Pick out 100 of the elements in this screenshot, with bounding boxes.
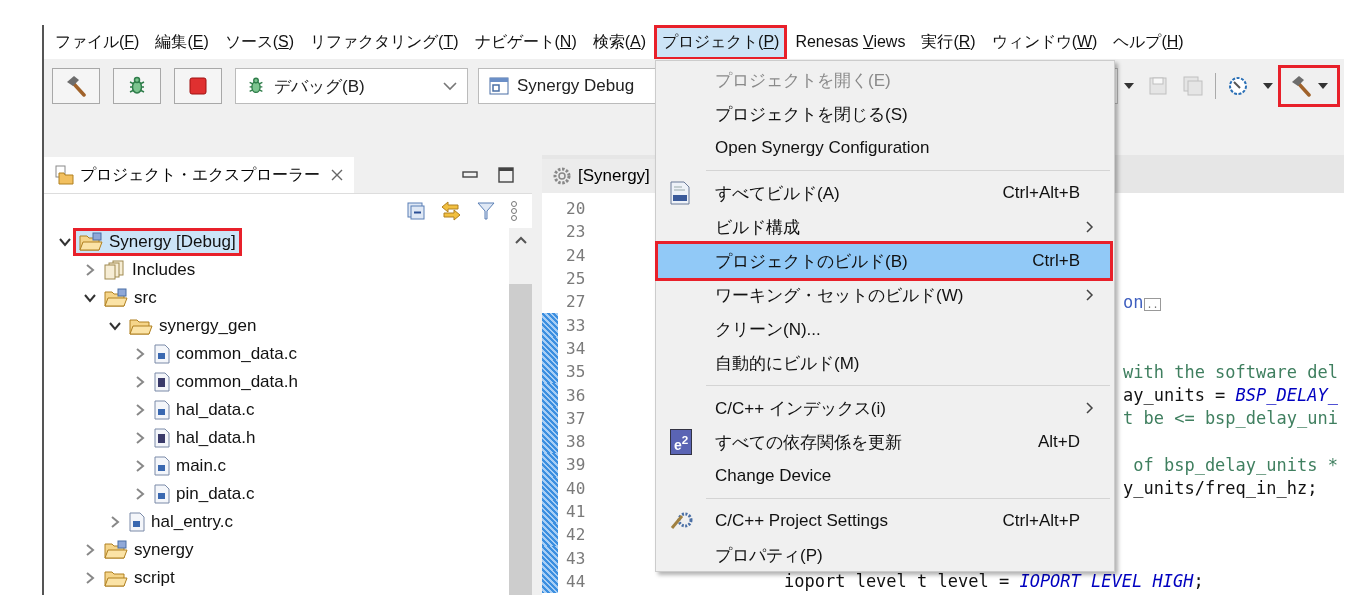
line-number: 40 — [565, 478, 587, 498]
menu-bar-item[interactable]: Renesas Views — [790, 29, 911, 55]
line-number: 34 — [565, 338, 587, 358]
tree-item[interactable]: hal_data.h — [151, 427, 259, 449]
menu-bar-item[interactable]: プロジェクト(P) — [657, 27, 785, 57]
minimize-icon[interactable] — [462, 171, 478, 179]
file-icon — [154, 484, 170, 504]
menu-bar-item[interactable]: 実行(R) — [916, 27, 981, 57]
maximize-icon[interactable] — [498, 167, 514, 183]
menu-bar-item[interactable]: ヘルプ(H) — [1108, 27, 1189, 57]
caret-icon — [1318, 83, 1328, 89]
line-number: 35 — [565, 362, 587, 382]
menu-bar-item[interactable]: ファイル(F) — [50, 27, 145, 57]
tree-item[interactable]: common_data.c — [151, 343, 300, 365]
file-icon — [154, 400, 170, 420]
menu-item[interactable]: プロジェクトを閉じる(S) — [658, 97, 1110, 131]
line-number: 33 — [565, 315, 587, 335]
stop-icon — [189, 77, 207, 95]
two-arrows-icon[interactable] — [440, 200, 462, 222]
tree-item[interactable]: common_data.h — [151, 371, 301, 393]
menu-item[interactable]: プロジェクトのビルド(B) Ctrl+B — [658, 244, 1110, 278]
launch-mode-dropdown[interactable]: デバッグ(B) — [235, 68, 468, 104]
menu-item[interactable]: 自動的にビルド(M) — [658, 346, 1110, 380]
menu-item[interactable]: ビルド構成 — [658, 210, 1110, 244]
file-icon — [129, 512, 145, 532]
code-text: ; — [1193, 571, 1204, 592]
menu-bar-item[interactable]: ウィンドウ(W) — [986, 27, 1103, 57]
menu-item[interactable]: C/C++ Project Settings Ctrl+Alt+P — [658, 504, 1110, 538]
close-icon[interactable] — [330, 168, 344, 182]
code-text: IOPORT LEVEL HIGH — [1019, 571, 1194, 592]
folder-icon — [104, 568, 128, 588]
gauge-icon — [1227, 75, 1249, 97]
line-number: 43 — [565, 548, 587, 568]
folder-icon — [54, 165, 74, 185]
collapse-all-icon[interactable] — [406, 201, 426, 221]
tree-item[interactable]: script — [101, 567, 178, 589]
code-text: of bsp_delay_units * — [1132, 454, 1338, 475]
code-text: with the software del — [1123, 361, 1338, 382]
folder-icon — [129, 316, 153, 336]
tree-item[interactable]: main.c — [151, 455, 230, 477]
code-text: ay_units = — [1123, 385, 1227, 405]
line-number: 23 — [565, 222, 587, 242]
floppy-disks-icon — [1182, 75, 1204, 97]
line-number: 41 — [565, 502, 587, 521]
hammer-icon — [65, 75, 87, 97]
menu-item[interactable]: C/C++ インデックス(i) — [658, 391, 1110, 425]
panel-tab[interactable]: プロジェクト・エクスプローラー — [44, 157, 354, 193]
line-number: 27 — [565, 292, 587, 312]
menu-bar-item[interactable]: 検索(A) — [587, 27, 652, 57]
menu-bar-item[interactable]: 編集(E) — [150, 27, 214, 57]
code-text: t be <= bsp_delay_uni — [1123, 408, 1338, 429]
code-text: on — [1123, 291, 1144, 312]
tree-item[interactable]: Includes — [101, 259, 199, 281]
scrollbar[interactable] — [509, 228, 532, 595]
menu-item[interactable]: e$^{2}$ すべての依存関係を更新 Alt+D — [658, 425, 1110, 459]
menu-bar-item[interactable]: リファクタリング(T) — [305, 27, 464, 57]
chevron-down-icon — [443, 81, 457, 91]
menu-bar-item[interactable]: ソース(S) — [219, 27, 300, 57]
filter-icon[interactable] — [476, 201, 496, 221]
menu-item[interactable]: クリーン(N)... — [658, 312, 1110, 346]
more-options-icon[interactable] — [510, 200, 518, 222]
tree-item[interactable]: src — [101, 287, 160, 309]
code-text: y_units/freq_in_hz; — [1123, 478, 1318, 499]
binary-file-icon — [670, 181, 690, 205]
tree-item[interactable]: synergy — [101, 539, 197, 561]
line-number: 25 — [565, 269, 587, 289]
window-icon — [489, 77, 509, 95]
folder-icon — [104, 540, 128, 560]
line-number: 24 — [565, 245, 587, 265]
folded-code-marker[interactable]: .. — [1144, 297, 1161, 311]
toolbar-button[interactable] — [52, 68, 100, 104]
tree-item[interactable]: pin_data.c — [151, 483, 258, 505]
tree-item[interactable]: Synergy [Debug] — [76, 231, 239, 253]
tree-item[interactable]: synergy_gen — [126, 315, 260, 337]
code-text: BSP_DELAY_ — [1235, 385, 1338, 405]
menu-item[interactable]: ワーキング・セットのビルド(W) — [658, 278, 1110, 312]
menu-bar-item[interactable]: ナビゲート(N) — [469, 27, 582, 57]
line-number: 20 — [565, 199, 587, 219]
line-number: 44 — [565, 571, 587, 591]
line-number: 42 — [565, 525, 587, 545]
file-icon — [154, 456, 170, 476]
library-icon — [104, 260, 126, 280]
file-icon — [154, 428, 170, 448]
hammer-icon — [1290, 75, 1312, 97]
tree-item[interactable]: hal_entry.c — [126, 511, 236, 533]
menu-item[interactable]: Change Device — [658, 459, 1110, 493]
folder-icon — [79, 232, 103, 252]
line-number: 37 — [565, 408, 587, 428]
caret-icon — [1124, 83, 1134, 89]
file-icon — [154, 344, 170, 364]
wrench-gear-icon — [670, 510, 694, 532]
toolbar-button[interactable] — [174, 68, 222, 104]
line-number: 36 — [565, 385, 587, 405]
caret-icon — [1263, 83, 1273, 89]
toolbar-button[interactable] — [113, 68, 161, 104]
scroll-up-icon[interactable] — [514, 236, 527, 244]
line-number: 39 — [565, 455, 587, 475]
menu-item[interactable]: プロパティ(P) — [658, 538, 1110, 572]
tree-item[interactable]: hal_data.c — [151, 399, 258, 421]
gear-icon — [552, 166, 572, 186]
